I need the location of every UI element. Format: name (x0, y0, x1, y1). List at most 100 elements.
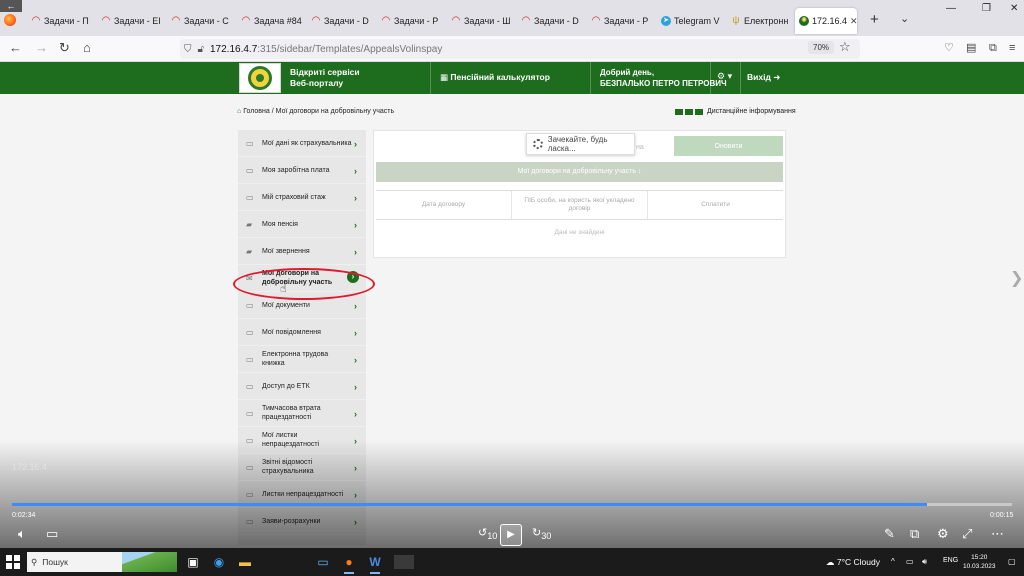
firefox-logo-icon[interactable] (4, 14, 16, 26)
picture-in-picture-icon[interactable]: ⧉ (910, 526, 919, 542)
shield-icon[interactable]: ⛉ (184, 44, 192, 55)
new-tab-button[interactable]: + (870, 11, 879, 28)
browser-tab[interactable]: ◠ Задачи - П (27, 10, 95, 32)
back-badge[interactable]: ← (0, 0, 22, 12)
red-highlight-ellipse (233, 268, 375, 300)
pension-calculator-link[interactable]: ▦ Пенсійний калькулятор (440, 72, 550, 83)
pension-fund-logo[interactable] (239, 63, 281, 93)
browser-tab[interactable]: ◠ Задачи - С (167, 10, 235, 32)
extensions-icon[interactable]: ⧉ (989, 40, 997, 56)
speaker-icon[interactable]: 🔊︎ (922, 557, 927, 567)
browser-tab[interactable]: ψ Електронн (727, 10, 795, 32)
browser-tab[interactable]: ◠ Задача #84 (237, 10, 305, 32)
sidebar-item[interactable]: ▭ Мої дані як страхувальника › (238, 130, 366, 157)
next-slide-arrow-icon[interactable]: ❯ (1010, 268, 1023, 288)
browser-tab[interactable]: ◠ Задачи - Ш (447, 10, 515, 32)
sidebar-item[interactable]: ▭ Тимчасова втрата працездатності › (238, 400, 366, 427)
brand-line-1: Відкриті сервіси (290, 67, 360, 77)
pension-calculator-label: Пенсійний калькулятор (450, 72, 550, 82)
arc-red-icon: ◠ (242, 15, 250, 26)
contracts-list-header[interactable]: Мої договори на добровільну участь ↓ (376, 162, 783, 182)
sidebar-item[interactable]: ▭ Моя заробітна плата › (238, 157, 366, 184)
sidebar-item[interactable]: ▭ Мої повідомлення › (238, 319, 366, 346)
network-icon[interactable]: ▭ (906, 557, 914, 566)
url-bar[interactable]: ⛉ 🔓︎ 172.16.4.7 :315/sidebar/Templates/A… (180, 39, 860, 59)
chevron-right-icon: › (354, 382, 357, 392)
play-button[interactable]: ▶ (500, 524, 522, 546)
more-options-icon[interactable]: ⋯ (991, 526, 1004, 542)
weather-widget[interactable]: ☁ 7°C Cloudy (826, 557, 880, 568)
close-tab-icon[interactable]: ✕ (850, 16, 857, 27)
settings-gear-icon[interactable]: ⚙ ▾ (717, 71, 732, 82)
browser-tab[interactable]: ◠ Задачи - D (307, 10, 375, 32)
captions-icon[interactable]: ▭ (46, 526, 58, 542)
forward-arrow-icon[interactable]: → (35, 40, 48, 56)
reload-icon[interactable]: ↻ (59, 40, 70, 56)
sidebar-item[interactable]: ▭ Доступ до ЕТК › (238, 373, 366, 400)
notifications-icon[interactable]: ▢ (1008, 557, 1016, 566)
skip-back-icon: ↺ (478, 527, 488, 539)
skip-forward-icon: ↻ (532, 527, 542, 539)
sidebar-item-icon: ▭ (246, 327, 254, 337)
edge-icon[interactable]: ◉ (212, 555, 226, 569)
windows-start-icon[interactable] (6, 555, 20, 569)
browser-tab[interactable]: ✺ 172.16.4 ✕ (795, 8, 857, 34)
remote-info-link[interactable]: Дистанційне інформування (675, 108, 796, 115)
browser-tab[interactable]: ➤ Telegram V (657, 10, 725, 32)
restore-icon[interactable]: ❐ (982, 3, 991, 14)
system-clock[interactable]: 15:20 10.03.2023 (963, 553, 996, 571)
volume-icon[interactable]: 🔈︎ (18, 526, 26, 542)
sidebar-item-icon: ▭ (246, 381, 254, 391)
url-host: 172.16.4.7 (209, 43, 258, 55)
sidebar-item[interactable]: ▭ Мій страховий стаж › (238, 184, 366, 211)
contracts-table: Дата договору ПІБ особи, на користь якої … (376, 190, 783, 245)
sidebar-item-icon: ▭ (246, 408, 254, 418)
fullscreen-icon[interactable]: ⤢ (962, 526, 972, 542)
pocket-icon[interactable]: ♡ (944, 40, 954, 56)
close-window-icon[interactable]: ✕ (1010, 3, 1018, 14)
file-explorer-icon[interactable]: ▬ (238, 555, 252, 569)
home-icon[interactable]: ⌂ (237, 108, 241, 115)
settings-sliders-icon[interactable]: ⚙ (937, 526, 949, 542)
home-icon[interactable]: ⌂ (83, 40, 91, 56)
back-arrow-icon[interactable]: ← (9, 40, 22, 56)
logout-button[interactable]: Вихід ➜ (747, 72, 780, 83)
refresh-button[interactable]: Оновити (674, 136, 783, 156)
tray-chevron-icon[interactable]: ^ (891, 557, 895, 566)
taskbar-search-placeholder: Пошук (42, 557, 68, 567)
word-icon[interactable]: W (368, 555, 382, 574)
taskbar-search[interactable]: ⚲ Пошук (27, 552, 177, 572)
bookmark-star-icon[interactable]: ☆ (839, 39, 851, 55)
remote-desktop-icon[interactable]: ▭ (316, 555, 330, 569)
pen-icon[interactable]: ✎ (884, 526, 895, 542)
browser-tab[interactable]: ◠ Задачи - ЕІ (97, 10, 165, 32)
sidebar-item-label: Доступ до ЕТК (262, 382, 310, 390)
video-progress-bar[interactable] (12, 503, 1012, 506)
zoom-level-badge[interactable]: 70% (808, 41, 835, 54)
browser-tab[interactable]: ◠ Задачи - Р (587, 10, 655, 32)
sidebar-item[interactable]: ▰ Моя пенсія › (238, 211, 366, 238)
column-header[interactable]: ПІБ особи, на користь якої укладено дого… (512, 191, 648, 219)
sidebar-item[interactable]: ▰ Мої звернення › (238, 238, 366, 265)
menu-icon[interactable]: ≡ (1009, 40, 1015, 56)
reader-view-icon[interactable]: ▤ (966, 40, 976, 56)
column-header[interactable]: Сплатити (648, 191, 783, 219)
user-full-name: БЕЗПАЛЬКО ПЕТРО ПЕТРОВИЧ (600, 79, 727, 88)
skip-back-button[interactable]: ↺10 (478, 526, 497, 541)
sidebar-item[interactable]: ▭ Електронна трудова книжка › (238, 346, 366, 373)
arc-red-icon: ◠ (312, 15, 320, 26)
column-header[interactable]: Дата договору (376, 191, 512, 219)
breadcrumb-home[interactable]: Головна (243, 108, 270, 115)
open-app-slot[interactable] (394, 555, 414, 569)
browser-tab[interactable]: ◠ Задачи - D (517, 10, 585, 32)
browser-tab-label: Задачи - Р (604, 16, 649, 26)
skip-forward-button[interactable]: ↻30 (532, 526, 551, 541)
browser-tab[interactable]: ◠ Задачи - Р (377, 10, 445, 32)
insecure-lock-icon[interactable]: 🔓︎ (198, 44, 204, 55)
browser-tab-label: Задачи - D (534, 16, 579, 26)
input-language[interactable]: ENG (943, 557, 958, 564)
task-view-icon[interactable]: ▣ (186, 555, 200, 569)
firefox-taskbar-icon[interactable]: ● (342, 555, 356, 574)
tab-list-chevron-icon[interactable]: ⌄ (900, 12, 909, 25)
minimize-icon[interactable]: — (946, 3, 956, 14)
